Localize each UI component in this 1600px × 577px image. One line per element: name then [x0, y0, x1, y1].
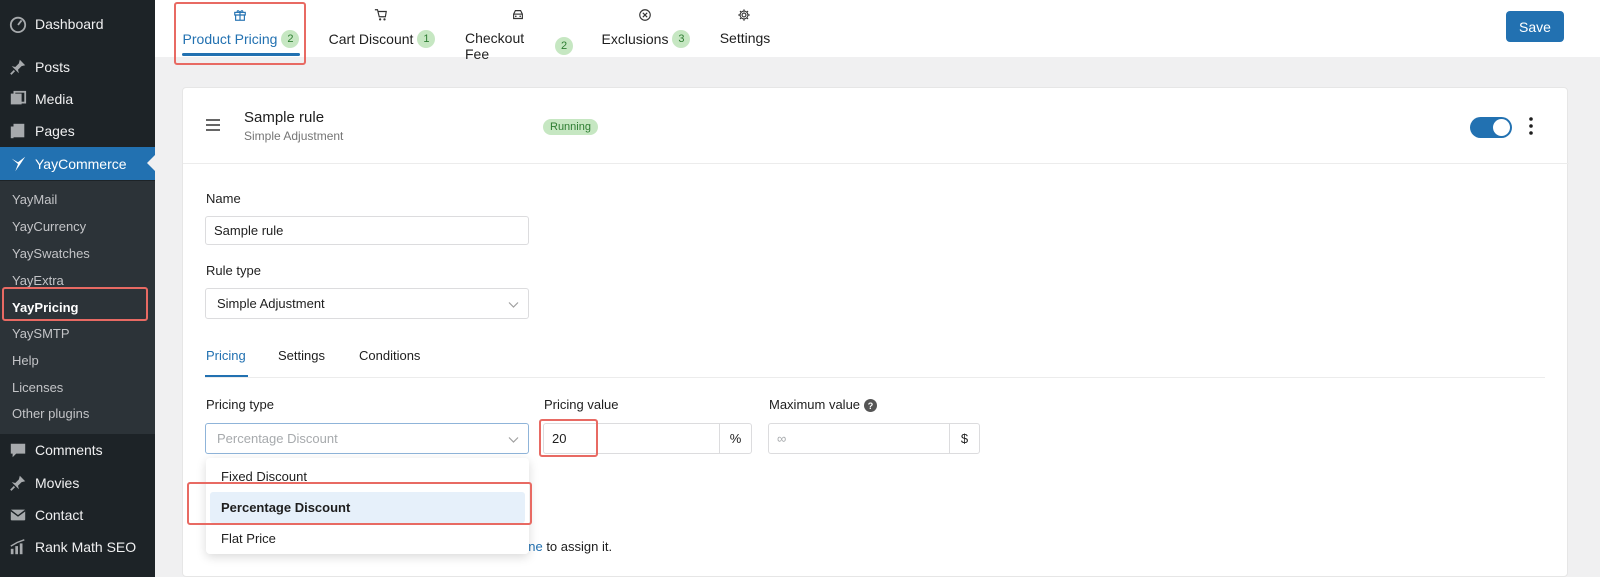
status-badge: Running — [543, 119, 598, 135]
rule-type-select[interactable]: Simple Adjustment — [205, 288, 529, 319]
submenu-licenses[interactable]: Licenses — [12, 380, 63, 395]
active-tab-indicator — [182, 53, 300, 56]
tab-cart-discount[interactable]: Cart Discount 1 — [327, 0, 437, 57]
mail-icon — [8, 505, 28, 525]
menu-pages[interactable]: Pages — [0, 114, 155, 147]
assign-hint-text: to assign it. — [542, 539, 613, 554]
tab-checkout-fee[interactable]: Checkout Fee 2 — [465, 0, 573, 62]
cart-icon — [374, 8, 390, 24]
menu-contact[interactable]: Contact — [0, 498, 155, 531]
menu-label: Dashboard — [35, 15, 104, 32]
submenu-yaysmtp[interactable]: YaySMTP — [12, 326, 70, 341]
pin-icon — [8, 473, 28, 493]
pricing-value-input[interactable]: 20 — [543, 423, 720, 454]
max-value-label-text: Maximum value — [769, 397, 861, 412]
option-flat-price[interactable]: Flat Price — [210, 523, 525, 554]
tab-product-pricing[interactable]: Product Pricing 2 — [182, 0, 300, 57]
tab-label: Exclusions — [601, 31, 669, 47]
rule-card: Sample rule Simple Adjustment Running Na… — [182, 87, 1569, 577]
menu-label: Movies — [35, 474, 80, 491]
save-button[interactable]: Save — [1506, 11, 1564, 42]
rule-name-input[interactable]: Sample rule — [205, 216, 529, 245]
max-value-input[interactable]: ∞ — [768, 423, 950, 454]
pricing-type-dropdown: Fixed Discount Percentage Discount Flat … — [206, 458, 529, 554]
submenu-yaycurrency[interactable]: YayCurrency — [12, 219, 86, 234]
car-icon — [511, 8, 527, 24]
gear-icon — [737, 8, 753, 24]
tab-label: Checkout Fee — [465, 30, 525, 62]
pricing-type-label: Pricing type — [206, 397, 274, 412]
drag-handle-icon[interactable] — [205, 118, 221, 132]
percent-addon: % — [719, 423, 752, 454]
tab-exclusions[interactable]: Exclusions 3 — [601, 0, 691, 57]
rule-subtitle: Simple Adjustment — [244, 129, 344, 143]
tab-rule-settings[interactable]: Settings — [278, 348, 325, 363]
count-badge: 1 — [417, 30, 436, 48]
submenu-yaymail[interactable]: YayMail — [12, 192, 57, 207]
menu-label: Media — [35, 90, 74, 107]
rule-card-header: Sample rule Simple Adjustment Running — [183, 88, 1569, 164]
chevron-down-icon — [508, 433, 519, 444]
menu-label: Rank Math SEO — [35, 538, 137, 555]
dashboard-icon — [8, 14, 28, 34]
submenu-yayswatches[interactable]: YaySwatches — [12, 246, 90, 261]
tab-conditions[interactable]: Conditions — [359, 348, 420, 363]
tab-label: Product Pricing — [182, 31, 278, 47]
divider — [205, 377, 1545, 378]
active-arrow — [147, 155, 155, 171]
count-badge: 2 — [281, 30, 300, 48]
chart-icon — [8, 537, 28, 557]
menu-label: Comments — [35, 441, 103, 458]
name-label: Name — [206, 191, 241, 206]
top-tab-bar: Product Pricing 2 Cart Discount 1 Checko… — [155, 0, 1600, 62]
menu-movies[interactable]: Movies — [0, 466, 155, 499]
menu-label: YayCommerce — [35, 155, 127, 172]
rule-type-value: Simple Adjustment — [217, 296, 325, 311]
menu-media[interactable]: Media — [0, 82, 155, 115]
option-fixed-discount[interactable]: Fixed Discount — [210, 461, 525, 492]
menu-yaycommerce[interactable]: YayCommerce — [0, 147, 155, 180]
count-badge: 3 — [672, 30, 691, 48]
submenu-other-plugins[interactable]: Other plugins — [12, 406, 89, 421]
pricing-type-select[interactable]: Percentage Discount — [205, 423, 529, 454]
menu-label: Pages — [35, 122, 75, 139]
menu-dashboard[interactable]: Dashboard — [0, 7, 155, 40]
count-badge: 2 — [555, 37, 573, 55]
assign-hint: one to assign it. — [521, 539, 612, 554]
pages-icon — [8, 121, 28, 141]
rule-enabled-toggle[interactable] — [1470, 117, 1512, 138]
more-options-icon[interactable] — [1527, 116, 1535, 136]
menu-label: Posts — [35, 58, 71, 75]
menu-rank-math-seo[interactable]: Rank Math SEO — [0, 530, 155, 563]
tab-label: Cart Discount — [328, 31, 414, 47]
help-icon[interactable]: ? — [864, 399, 878, 413]
yaycommerce-icon — [8, 154, 28, 174]
submenu-yaypricing[interactable]: YayPricing — [12, 300, 78, 315]
pricing-type-placeholder: Percentage Discount — [217, 431, 338, 446]
tab-pricing[interactable]: Pricing — [206, 348, 246, 363]
tab-label: Settings — [719, 30, 771, 46]
rule-type-label: Rule type — [206, 263, 261, 278]
gift-icon — [233, 8, 249, 24]
media-icon — [8, 89, 28, 109]
comments-icon — [8, 440, 28, 460]
rule-title: Sample rule — [244, 109, 325, 126]
x-circle-icon — [638, 8, 654, 24]
chevron-down-icon — [508, 298, 519, 309]
dollar-addon: $ — [949, 423, 980, 454]
admin-sidebar: Dashboard Posts Media Pages YayCommerce … — [0, 0, 155, 577]
menu-label: Contact — [35, 506, 84, 523]
menu-posts[interactable]: Posts — [0, 50, 155, 83]
pin-icon — [8, 57, 28, 77]
yaycommerce-submenu: YayMail YayCurrency YaySwatches YayExtra… — [0, 181, 155, 434]
toggle-knob — [1493, 119, 1510, 136]
option-percentage-discount[interactable]: Percentage Discount — [210, 492, 525, 523]
submenu-help[interactable]: Help — [12, 353, 39, 368]
menu-comments[interactable]: Comments — [0, 433, 155, 466]
pricing-value-label: Pricing value — [544, 397, 619, 412]
tab-settings[interactable]: Settings — [718, 0, 772, 57]
submenu-yayextra[interactable]: YayExtra — [12, 273, 64, 288]
max-value-label: Maximum value? — [769, 397, 878, 413]
